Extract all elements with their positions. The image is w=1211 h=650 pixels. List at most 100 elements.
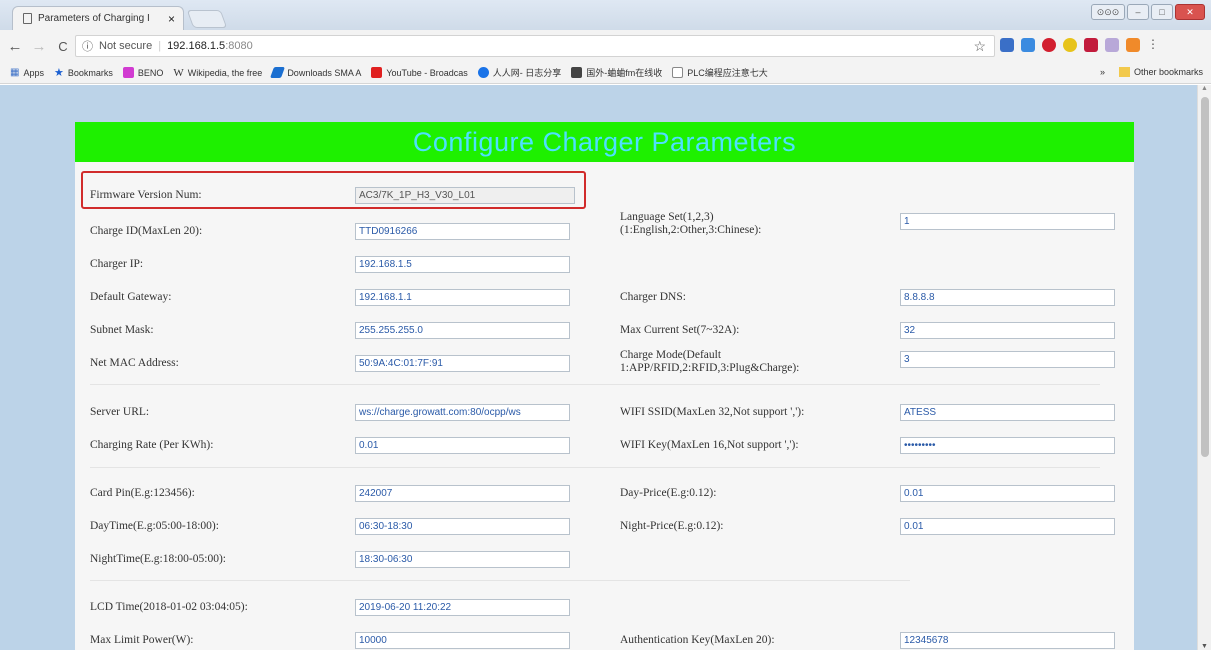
address-bar[interactable]: ⓘ Not secure | 192.168.1.5 :8080 ☆: [75, 35, 995, 57]
apps-bookmark[interactable]: ▦ Apps: [10, 67, 44, 78]
scrollbar-thumb[interactable]: [1201, 97, 1209, 457]
star-icon: ★: [53, 67, 64, 79]
page-viewport: Configure Charger Parameters Firmware Ve…: [0, 85, 1197, 650]
folder-icon: [122, 67, 134, 78]
field-input[interactable]: [355, 518, 570, 535]
bookmark-label: Bookmarks: [67, 67, 113, 78]
section-divider: [90, 467, 1100, 468]
field-label-note: 1:APP/RFID,2:RFID,3:Plug&Charge):: [620, 362, 800, 374]
shield-extension-icon[interactable]: [1105, 38, 1119, 52]
field-label: Charger DNS:: [620, 291, 686, 303]
security-label: Not secure: [99, 40, 153, 52]
adblock-extension-icon[interactable]: [1042, 38, 1056, 52]
field-label: Charge ID(MaxLen 20):: [90, 225, 203, 237]
browser-tab[interactable]: Parameters of Charging I ×: [12, 6, 184, 30]
bookmark-item[interactable]: 人人网- 日志分享: [477, 66, 562, 79]
field-input[interactable]: [900, 632, 1115, 649]
url-host: 192.168.1.5: [167, 40, 226, 52]
page-icon: [23, 13, 32, 24]
field-input[interactable]: [355, 322, 570, 339]
bookmark-item[interactable]: YouTube - Broadcas: [371, 67, 468, 78]
page-icon: [672, 67, 684, 78]
field-input[interactable]: [355, 289, 570, 306]
bookmark-item[interactable]: Downloads SMA A: [270, 67, 362, 78]
field-input[interactable]: [900, 351, 1115, 368]
field-label: Server URL:: [90, 406, 150, 418]
field-input[interactable]: [355, 437, 570, 454]
field-input[interactable]: [900, 322, 1115, 339]
field-label: Default Gateway:: [90, 291, 172, 303]
field-input[interactable]: [900, 518, 1115, 535]
field-input[interactable]: [355, 599, 570, 616]
bookmark-label: 人人网- 日志分享: [492, 68, 562, 78]
extension-icon[interactable]: [1084, 38, 1098, 52]
section-divider: [90, 580, 910, 581]
separator: |: [158, 40, 162, 52]
bookmark-item[interactable]: PLC编程应注意七大: [672, 66, 768, 79]
section-divider: [90, 384, 1100, 385]
field-label: Charger IP:: [90, 258, 144, 270]
field-label-note: (1:English,2:Other,3:Chinese):: [620, 224, 762, 236]
extension-icon[interactable]: [1021, 38, 1035, 52]
field-input[interactable]: [355, 355, 570, 372]
apps-grid-icon: ▦: [10, 67, 20, 78]
bookmark-label: YouTube - Broadcas: [386, 67, 468, 78]
field-label: Day-Price(E.g:0.12):: [620, 487, 717, 499]
field-label: DayTime(E.g:05:00-18:00):: [90, 520, 219, 532]
field-input: [355, 187, 575, 204]
field-input[interactable]: [355, 551, 570, 568]
user-profile-button[interactable]: ⊙⊙⊙: [1091, 4, 1125, 20]
page-title: Configure Charger Parameters: [75, 122, 1134, 162]
skype-extension-icon[interactable]: [1000, 38, 1014, 52]
field-input[interactable]: [355, 632, 570, 649]
field-label: Max Current Set(7~32A):: [620, 324, 740, 336]
bookmark-item[interactable]: BENO: [122, 67, 163, 78]
bookmark-item[interactable]: W Wikipedia, the free: [173, 67, 262, 79]
youtube-icon: [371, 67, 383, 78]
field-input[interactable]: [900, 213, 1115, 230]
field-input[interactable]: [900, 437, 1115, 454]
field-label: WIFI SSID(MaxLen 32,Not support ','):: [620, 406, 805, 418]
maximize-button[interactable]: □: [1151, 4, 1173, 20]
folder-icon: [1118, 67, 1130, 77]
forward-icon[interactable]: →: [30, 38, 48, 55]
field-input[interactable]: [355, 256, 570, 273]
extension-icon[interactable]: [1126, 38, 1140, 52]
field-input[interactable]: [900, 289, 1115, 306]
field-input[interactable]: [900, 485, 1115, 502]
radio-icon: [571, 67, 583, 78]
bookmark-item[interactable]: 国外-蛐蛐fm在线收: [571, 66, 662, 79]
menu-icon[interactable]: ⋮: [1147, 38, 1159, 52]
field-input[interactable]: [355, 404, 570, 421]
field-label: WIFI Key(MaxLen 16,Not support ','):: [620, 439, 799, 451]
config-panel: Configure Charger Parameters Firmware Ve…: [75, 122, 1134, 650]
extension-icons: ⋮: [1000, 38, 1159, 52]
other-bookmarks[interactable]: » Other bookmarks: [1100, 67, 1203, 77]
scrollbar[interactable]: ▲ ▼: [1197, 85, 1211, 650]
back-icon[interactable]: ←: [6, 38, 24, 55]
bookmark-star-icon[interactable]: ☆: [973, 38, 986, 55]
new-tab-button[interactable]: [186, 10, 228, 28]
field-label: Charge Mode(Default: [620, 349, 722, 361]
reload-icon[interactable]: C: [54, 39, 72, 54]
bookmark-item[interactable]: ★ Bookmarks: [54, 66, 113, 79]
extension-icon[interactable]: [1063, 38, 1077, 52]
overflow-chevron-icon[interactable]: »: [1100, 67, 1105, 77]
close-window-button[interactable]: ✕: [1175, 4, 1205, 20]
field-input[interactable]: [900, 404, 1115, 421]
scroll-down-icon[interactable]: ▼: [1201, 643, 1208, 650]
field-input[interactable]: [355, 485, 570, 502]
window-controls: ⊙⊙⊙ – □ ✕: [1091, 4, 1205, 20]
close-tab-icon[interactable]: ×: [168, 12, 175, 26]
minimize-button[interactable]: –: [1127, 4, 1149, 20]
scroll-up-icon[interactable]: ▲: [1201, 85, 1208, 92]
tab-title: Parameters of Charging I: [38, 13, 150, 24]
field-label: Card Pin(E.g:123456):: [90, 487, 195, 499]
field-label: Max Limit Power(W):: [90, 634, 194, 646]
field-label: Charging Rate (Per KWh):: [90, 439, 214, 451]
bookmark-label: Downloads SMA A: [287, 67, 362, 78]
browser-title-bar: Parameters of Charging I × ⊙⊙⊙ – □ ✕: [0, 0, 1211, 30]
field-input[interactable]: [355, 223, 570, 240]
info-icon: ⓘ: [82, 41, 93, 53]
bookmark-label: PLC编程应注意七大: [687, 68, 768, 78]
